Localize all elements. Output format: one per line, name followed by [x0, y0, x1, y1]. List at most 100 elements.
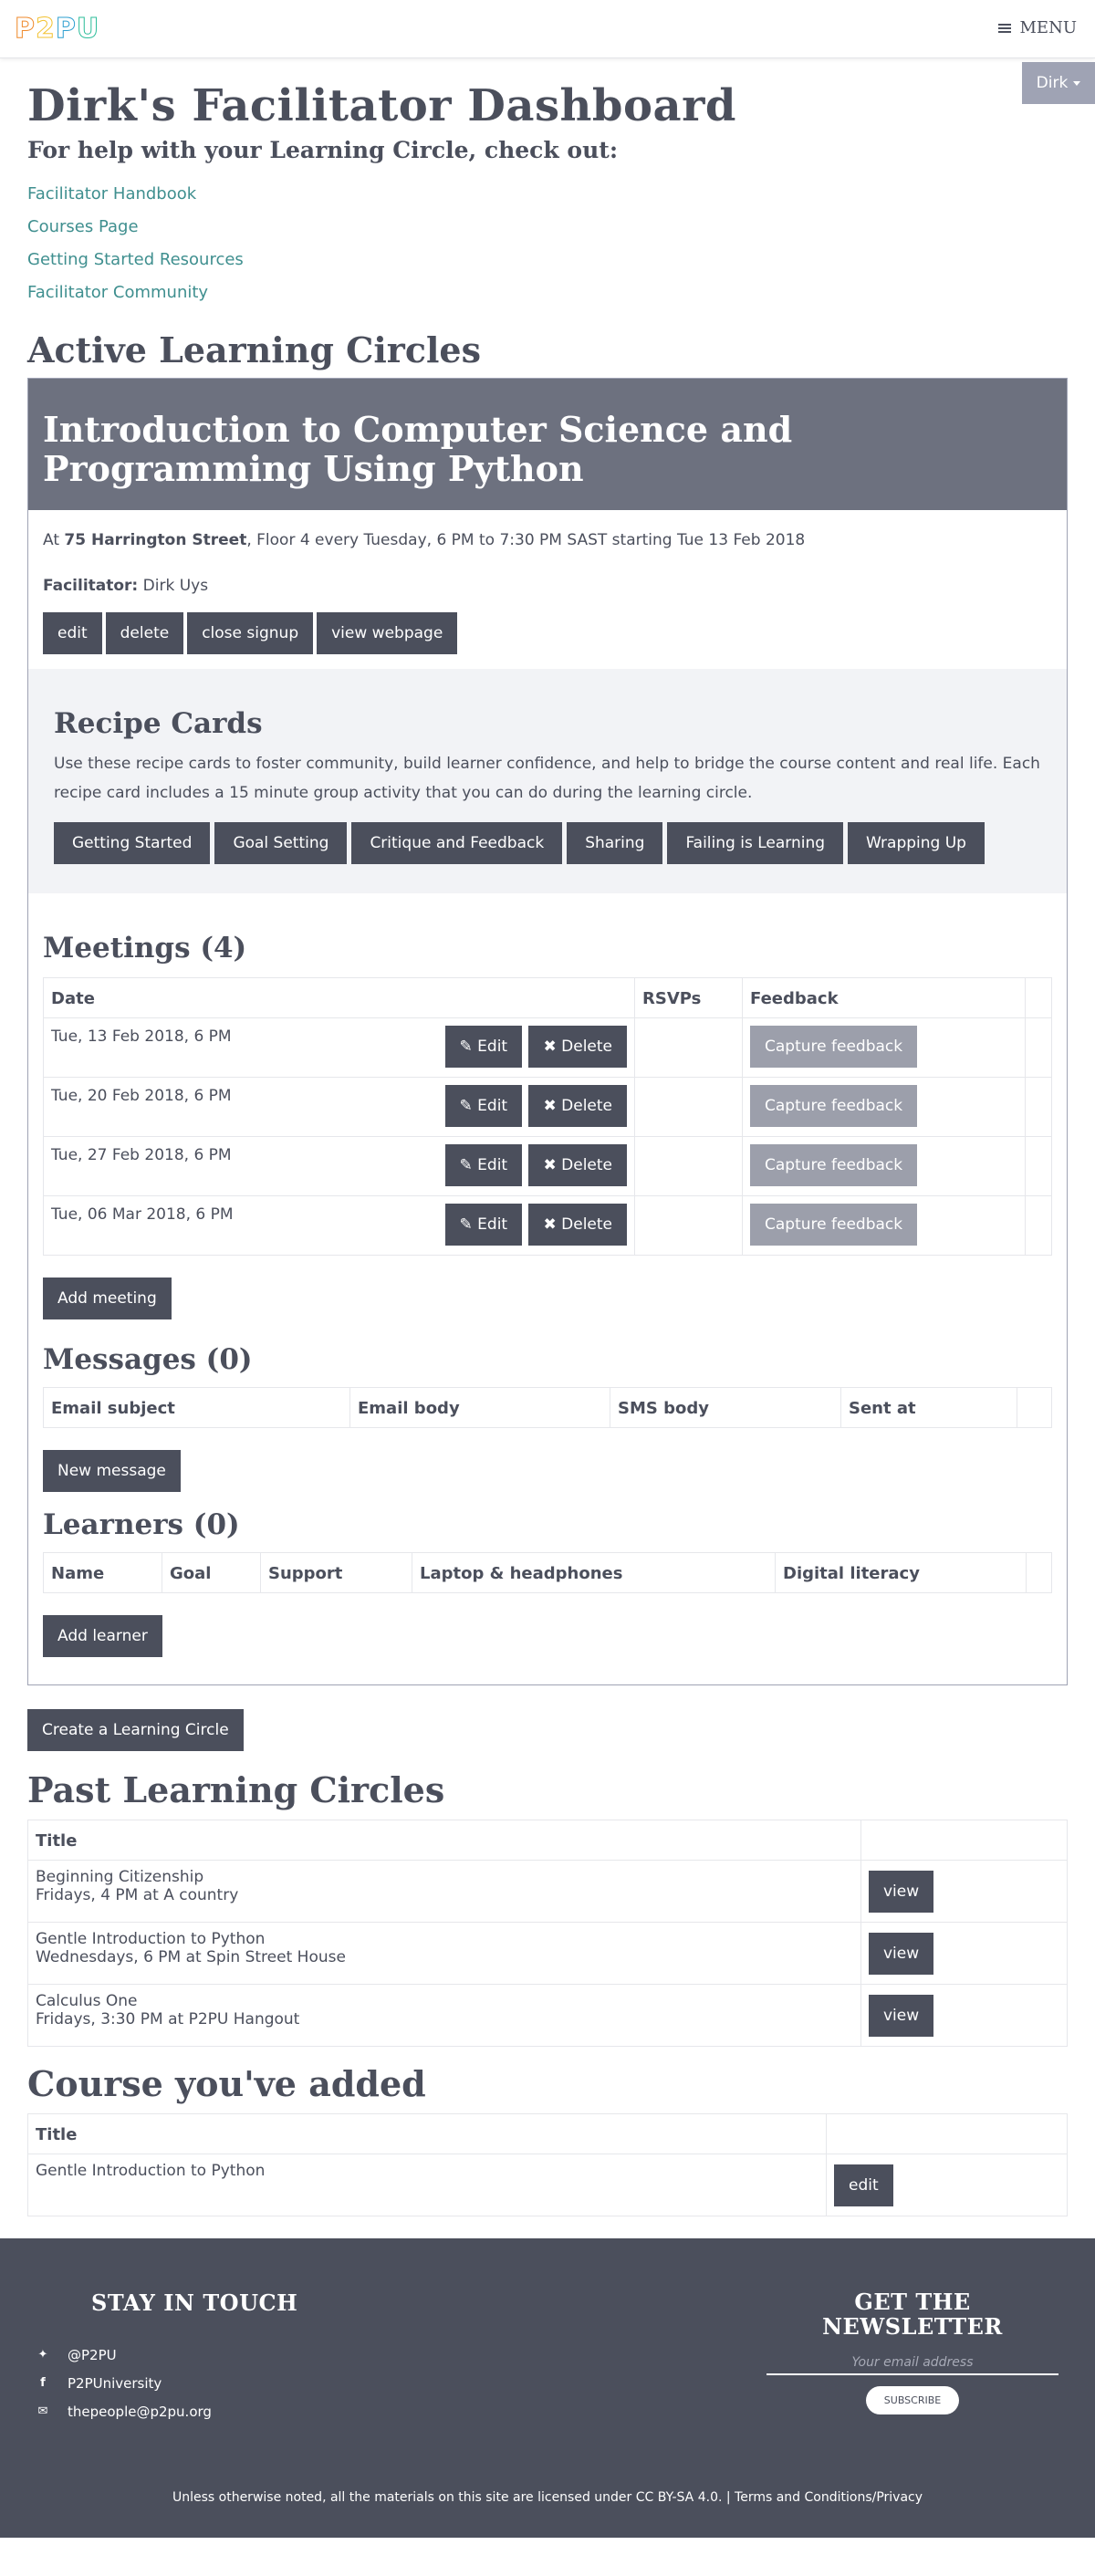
- close-signup-button[interactable]: close signup: [187, 612, 314, 654]
- laptop-headphones-column-header: Laptop & headphones: [412, 1552, 776, 1593]
- name-column-header: Name: [43, 1552, 162, 1593]
- past-circle-detail: Fridays, 3:30 PM at P2PU Hangout: [36, 2010, 300, 2028]
- past-circle-row: Gentle Introduction to Python Wednesdays,…: [27, 1922, 1068, 1985]
- goal-column-header: Goal: [162, 1552, 261, 1593]
- capture-feedback-button[interactable]: Capture feedback: [750, 1026, 918, 1068]
- courses-heading: Course you've added: [27, 2063, 426, 2104]
- circle-header: Introduction to Computer Science and Pro…: [28, 379, 1067, 510]
- past-circle-detail: Fridays, 4 PM at A country: [36, 1886, 239, 1904]
- meeting-row: Tue, 27 Feb 2018, 6 PM ✎ Edit ✖ Delete C…: [43, 1136, 1052, 1196]
- circle-facilitator: Facilitator: Dirk Uys: [43, 577, 209, 595]
- edit-circle-button[interactable]: edit: [43, 612, 102, 654]
- add-meeting-button[interactable]: Add meeting: [43, 1278, 172, 1319]
- delete-circle-button[interactable]: delete: [105, 612, 184, 654]
- capture-feedback-button[interactable]: Capture feedback: [750, 1085, 918, 1127]
- newsletter-heading: GET THE NEWSLETTER: [822, 2289, 1003, 2340]
- view-past-circle-button[interactable]: view: [869, 1870, 934, 1913]
- meeting-row: Tue, 20 Feb 2018, 6 PM ✎ Edit ✖ Delete C…: [43, 1077, 1052, 1137]
- capture-feedback-button[interactable]: Capture feedback: [750, 1144, 918, 1186]
- capture-feedback-button[interactable]: Capture feedback: [750, 1204, 918, 1246]
- messages-header-row: Email subject Email body SMS body Sent a…: [43, 1387, 1052, 1428]
- course-title: Gentle Introduction to Python: [27, 2154, 827, 2216]
- p2pu-logo[interactable]: P2PU: [15, 13, 99, 46]
- meeting-row: Tue, 06 Mar 2018, 6 PM ✎ Edit ✖ Delete C…: [43, 1195, 1052, 1256]
- circle-title: Introduction to Computer Science and Pro…: [43, 409, 793, 489]
- facilitator-community-link[interactable]: Facilitator Community: [27, 276, 1068, 309]
- past-circles-heading: Past Learning Circles: [27, 1769, 445, 1810]
- delete-meeting-button[interactable]: ✖ Delete: [528, 1085, 627, 1127]
- email-body-column-header: Email body: [349, 1387, 610, 1428]
- add-learner-button[interactable]: Add learner: [43, 1615, 162, 1657]
- help-links: Facilitator Handbook Courses Page Gettin…: [27, 178, 1068, 309]
- delete-meeting-button[interactable]: ✖ Delete: [528, 1026, 627, 1068]
- create-learning-circle-button[interactable]: Create a Learning Circle: [27, 1709, 244, 1751]
- view-webpage-button[interactable]: view webpage: [317, 612, 458, 654]
- new-message-button[interactable]: New message: [43, 1450, 181, 1492]
- title-column-header: Title: [27, 1820, 861, 1861]
- circle-actions: edit delete close signup view webpage: [43, 612, 1052, 654]
- past-circle-title: Beginning Citizenship: [36, 1868, 204, 1886]
- messages-table: Email subject Email body SMS body Sent a…: [43, 1387, 1052, 1428]
- recipe-cards-heading: Recipe Cards: [54, 707, 263, 740]
- recipe-cards-description: Use these recipe cards to foster communi…: [54, 755, 1040, 802]
- feedback-column-header: Feedback: [742, 977, 1026, 1018]
- stay-in-touch-heading: STAY IN TOUCH: [91, 2289, 298, 2316]
- view-past-circle-button[interactable]: view: [869, 1994, 934, 2037]
- courses-page-link[interactable]: Courses Page: [27, 211, 1068, 244]
- recipe-wrapping-up-button[interactable]: Wrapping Up: [848, 822, 985, 864]
- envelope-icon: ✉: [37, 2404, 48, 2418]
- recipe-failing-learning-button[interactable]: Failing is Learning: [667, 822, 844, 864]
- delete-meeting-button[interactable]: ✖ Delete: [528, 1144, 627, 1186]
- course-row: Gentle Introduction to Python edit: [27, 2154, 1068, 2216]
- facebook-link[interactable]: f P2PUniversity: [36, 2369, 212, 2397]
- delete-meeting-button[interactable]: ✖ Delete: [528, 1204, 627, 1246]
- course-title-column-header: Title: [27, 2113, 827, 2154]
- meeting-date: Tue, 13 Feb 2018, 6 PM: [51, 1027, 232, 1046]
- circle-body: At 75 Harrington Street, Floor 4 every T…: [28, 510, 1067, 1684]
- meeting-date: Tue, 20 Feb 2018, 6 PM: [51, 1087, 232, 1105]
- license-notice: Unless otherwise noted, all the material…: [172, 2490, 923, 2505]
- past-circles-table: Title Beginning Citizenship Fridays, 4 PM…: [27, 1820, 1068, 2047]
- newsletter-email-input[interactable]: Your email address: [766, 2355, 1058, 2375]
- edit-meeting-button[interactable]: ✎ Edit: [444, 1026, 523, 1068]
- past-header-row: Title: [27, 1820, 1068, 1861]
- learners-header-row: Name Goal Support Laptop & headphones Di…: [43, 1552, 1052, 1593]
- view-past-circle-button[interactable]: view: [869, 1932, 934, 1975]
- courses-header-row: Title: [27, 2113, 1068, 2154]
- page-title: Dirk's Facilitator Dashboard: [27, 80, 736, 131]
- getting-started-link[interactable]: Getting Started Resources: [27, 244, 1068, 276]
- messages-heading: Messages (0): [43, 1343, 253, 1376]
- meeting-row: Tue, 13 Feb 2018, 6 PM ✎ Edit ✖ Delete C…: [43, 1017, 1052, 1078]
- meetings-heading: Meetings (4): [43, 932, 247, 965]
- edit-meeting-button[interactable]: ✎ Edit: [444, 1204, 523, 1246]
- subscribe-button[interactable]: SUBSCRIBE: [865, 2386, 960, 2414]
- courses-table: Title Gentle Introduction to Python edit: [27, 2113, 1068, 2216]
- recipe-goal-setting-button[interactable]: Goal Setting: [214, 822, 348, 864]
- site-footer: STAY IN TOUCH ✦ @P2PU f P2PUniversity ✉ the…: [0, 2238, 1095, 2538]
- facilitator-handbook-link[interactable]: Facilitator Handbook: [27, 178, 1068, 211]
- past-circle-row: Calculus One Fridays, 3:30 PM at P2PU Han…: [27, 1984, 1068, 2047]
- sms-body-column-header: SMS body: [610, 1387, 841, 1428]
- date-column-header: Date: [43, 977, 635, 1018]
- circle-venue: 75 Harrington Street: [64, 531, 247, 549]
- sent-at-column-header: Sent at: [840, 1387, 1017, 1428]
- hamburger-icon: [997, 22, 1011, 35]
- past-circle-detail: Wednesdays, 6 PM at Spin Street House: [36, 1948, 346, 1966]
- meeting-date: Tue, 06 Mar 2018, 6 PM: [51, 1205, 234, 1224]
- meeting-date: Tue, 27 Feb 2018, 6 PM: [51, 1146, 232, 1164]
- recipe-card-buttons: Getting Started Goal Setting Critique an…: [54, 822, 1041, 864]
- email-link[interactable]: ✉ thepeople@p2pu.org: [36, 2397, 212, 2425]
- twitter-link[interactable]: ✦ @P2PU: [36, 2341, 212, 2369]
- recipe-getting-started-button[interactable]: Getting Started: [54, 822, 211, 864]
- edit-course-button[interactable]: edit: [834, 2164, 893, 2206]
- twitter-icon: ✦: [37, 2348, 48, 2362]
- meetings-header-row: Date RSVPs Feedback: [43, 977, 1052, 1018]
- recipe-critique-feedback-button[interactable]: Critique and Feedback: [351, 822, 563, 864]
- recipe-sharing-button[interactable]: Sharing: [567, 822, 663, 864]
- learning-circle-panel: Introduction to Computer Science and Pro…: [27, 378, 1068, 1685]
- newsletter-signup: GET THE NEWSLETTER Your email address SU…: [766, 2289, 1058, 2414]
- edit-meeting-button[interactable]: ✎ Edit: [444, 1085, 523, 1127]
- edit-meeting-button[interactable]: ✎ Edit: [444, 1144, 523, 1186]
- support-column-header: Support: [260, 1552, 412, 1593]
- menu-button[interactable]: MENU: [997, 18, 1077, 37]
